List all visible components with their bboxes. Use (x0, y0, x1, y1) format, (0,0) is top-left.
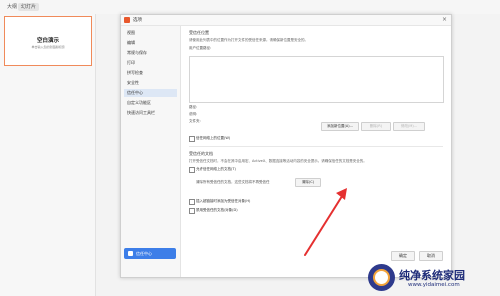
cancel-button[interactable]: 取消 (419, 251, 443, 261)
watermark-url: www.yidaimei.com (408, 282, 460, 288)
nav-item-security[interactable]: 安全性 (124, 79, 177, 87)
nav-item-customize-ribbon[interactable]: 自定义功能区 (124, 99, 177, 107)
delete-location-button[interactable]: 删除(R) (361, 122, 391, 131)
add-location-button[interactable]: 添加新位置(A)... (321, 122, 359, 131)
allow-network-docs-checkbox[interactable] (189, 167, 195, 173)
dialog-title: 选项 (133, 18, 142, 23)
close-icon[interactable]: × (442, 16, 447, 23)
user-location-path-label: 用户位置路径: (189, 46, 212, 50)
nav-item-spellcheck[interactable]: 拼写检查 (124, 69, 177, 77)
nav-item-print[interactable]: 打印 (124, 59, 177, 67)
slide-thumbnail[interactable]: 空白演示 单击输入您的封面副标题 (4, 16, 92, 66)
trusted-locations-desc: 请使用此列表中的位置作为打开文件的受信任来源。请确保新位置是安全的。 (189, 38, 308, 42)
slide-thumbnail-title: 空白演示 (36, 38, 59, 44)
nav-item-quick-access[interactable]: 快速访问工具栏 (124, 109, 177, 117)
slide-thumbnail-pane: 空白演示 单击输入您的封面副标题 (0, 14, 96, 296)
section-divider (189, 146, 443, 147)
view-tab-strip: 大纲 幻灯片 (0, 0, 500, 15)
shield-icon (128, 251, 133, 256)
trusted-docs-desc: 打开受信任文档时，不会在其中启用宏、ActiveX、数据连接等活动内容的安全提示… (189, 159, 367, 163)
trust-center-footer-label: 信任中心 (136, 251, 152, 256)
watermark-title: 纯净系统家园 (399, 269, 465, 282)
hyperlink-trusted-label: 插入超链接时添加为受信任对象(H) (196, 199, 251, 203)
clear-trusted-docs-button[interactable]: 清除(C) (295, 178, 321, 187)
disable-trusted-docs-label: 禁用受信任的文档/对象(D) (196, 208, 238, 212)
options-nav: 视图 编辑 常规与保存 打印 拼写检查 安全性 信任中心 自定义功能区 快速访问… (121, 26, 181, 277)
disable-trusted-docs-checkbox[interactable] (189, 208, 195, 214)
site-watermark: 纯净系统家园 www.yidaimei.com (368, 262, 500, 296)
slide-thumbnail-subtitle: 单击输入您的封面副标题 (31, 45, 65, 49)
allow-network-locations-label: 信任网络上的位置(W) (196, 136, 231, 140)
allow-network-locations-checkbox[interactable] (189, 136, 195, 142)
trusted-locations-title: 受信任位置 (189, 30, 209, 35)
trusted-docs-title: 受信任的文档 (189, 151, 213, 156)
nav-item-view[interactable]: 视图 (124, 29, 177, 37)
ok-button[interactable]: 确定 (391, 251, 415, 261)
path-field-label: 路径: (189, 105, 198, 109)
dialog-titlebar: 选项 × (121, 15, 451, 26)
folder-field-label: 文件夹: (189, 119, 201, 123)
hyperlink-trusted-checkbox[interactable] (189, 199, 195, 205)
options-dialog: 选项 × 视图 编辑 常规与保存 打印 拼写检查 安全性 信任中心 自定义功能区… (120, 14, 452, 278)
modify-location-button[interactable]: 修改(M)... (393, 122, 425, 131)
nav-item-edit[interactable]: 编辑 (124, 39, 177, 47)
allow-network-docs-label: 允许信任网络上的文档(T) (196, 167, 236, 171)
app-icon (124, 17, 130, 23)
watermark-logo-icon (368, 264, 395, 291)
trusted-locations-list[interactable] (189, 56, 444, 103)
trust-center-panel: 受信任位置 请使用此列表中的位置作为打开文件的受信任来源。请确保新位置是安全的。… (181, 26, 451, 277)
description-field-label: 说明: (189, 112, 198, 116)
nav-item-trust-center[interactable]: 信任中心 (124, 89, 177, 97)
clear-trusted-docs-label: 清除所有受信任的文档，这些文档将不再受信任 (196, 180, 270, 184)
nav-item-general-save[interactable]: 常规与保存 (124, 49, 177, 57)
tab-slides[interactable]: 幻灯片 (18, 3, 40, 11)
trust-center-footer-button[interactable]: 信任中心 (124, 248, 176, 259)
